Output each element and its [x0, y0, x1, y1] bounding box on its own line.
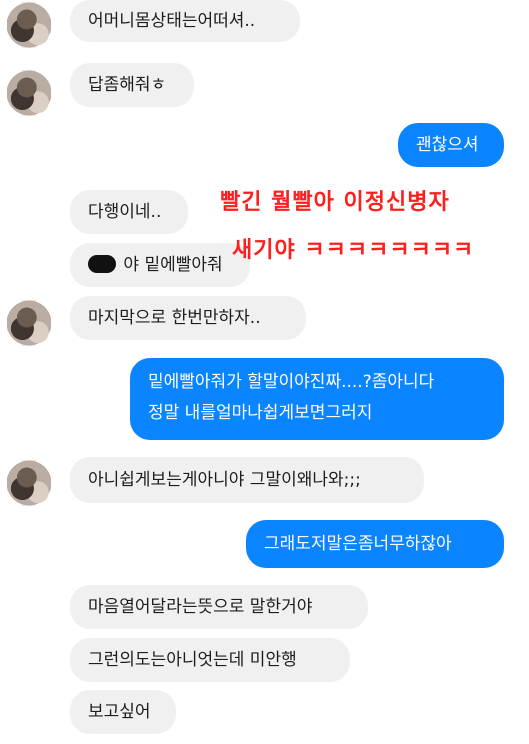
message-text: 답좀해줘ㅎ	[88, 75, 167, 95]
avatar-image	[7, 460, 51, 506]
contact-avatar[interactable]	[7, 460, 51, 506]
message-bubble-outgoing[interactable]: 밑에빨아줘가 할말이야진짜....?좀아니다 정말 내를얼마나쉽게보면그러지	[130, 358, 504, 440]
avatar-image	[7, 2, 51, 48]
message-text: 그런의도는아니엇는데 미안행	[88, 650, 297, 670]
overlay-annotation-text: 빨긴 뭘빨아 이정신병자	[220, 190, 450, 215]
message-bubble-incoming[interactable]: 답좀해줘ㅎ	[70, 63, 194, 107]
message-text: 다행이네..	[88, 202, 162, 222]
message-bubble-incoming[interactable]: 마음열어달라는뜻으로 말한거야	[70, 585, 368, 629]
message-bubble-outgoing[interactable]: 괜찮으셔	[398, 123, 504, 167]
scribble-redaction-icon	[88, 255, 116, 273]
contact-avatar[interactable]	[7, 2, 51, 48]
message-bubble-incoming[interactable]: 아니쉽게보는게아니야 그말이왜나와;;;	[70, 457, 424, 503]
message-text-line: 밑에빨아줘가 할말이야진짜....?좀아니다	[148, 372, 435, 392]
message-text: 야 밑에빨아줘	[123, 255, 223, 275]
message-text: 마지막으로 한번만하자..	[88, 308, 261, 328]
message-text: 그래도저말은좀너무하잖아	[264, 534, 452, 554]
message-bubble-incoming[interactable]: 다행이네..	[70, 190, 188, 234]
message-text-line: 정말 내를얼마나쉽게보면그러지	[148, 403, 373, 423]
message-text: 보고싶어	[88, 702, 151, 722]
message-text: 마음열어달라는뜻으로 말한거야	[88, 597, 313, 617]
avatar-image	[7, 70, 51, 116]
message-bubble-incoming[interactable]: 보고싶어	[70, 690, 176, 734]
message-bubble-incoming[interactable]: 마지막으로 한번만하자..	[70, 296, 306, 340]
contact-avatar[interactable]	[7, 70, 51, 116]
message-bubble-outgoing[interactable]: 그래도저말은좀너무하잖아	[246, 520, 504, 568]
message-bubble-incoming[interactable]: 야 밑에빨아줘	[70, 243, 250, 287]
overlay-annotation-line-2: 새기야 ㅋㅋㅋㅋㅋㅋㅋㅋ	[232, 237, 474, 265]
overlay-annotation-line-1: 빨긴 뭘빨아 이정신병자	[220, 189, 450, 217]
message-bubble-incoming[interactable]: 어머니몸상태는어떠셔..	[70, 0, 300, 42]
contact-avatar[interactable]	[7, 300, 51, 346]
message-text: 괜찮으셔	[416, 135, 479, 155]
message-text: 어머니몸상태는어떠셔..	[88, 11, 256, 31]
overlay-annotation-text: 새기야 ㅋㅋㅋㅋㅋㅋㅋㅋ	[232, 238, 475, 263]
avatar-image	[7, 300, 51, 346]
message-text: 아니쉽게보는게아니야 그말이왜나와;;;	[88, 470, 361, 490]
message-bubble-incoming[interactable]: 그런의도는아니엇는데 미안행	[70, 638, 350, 682]
